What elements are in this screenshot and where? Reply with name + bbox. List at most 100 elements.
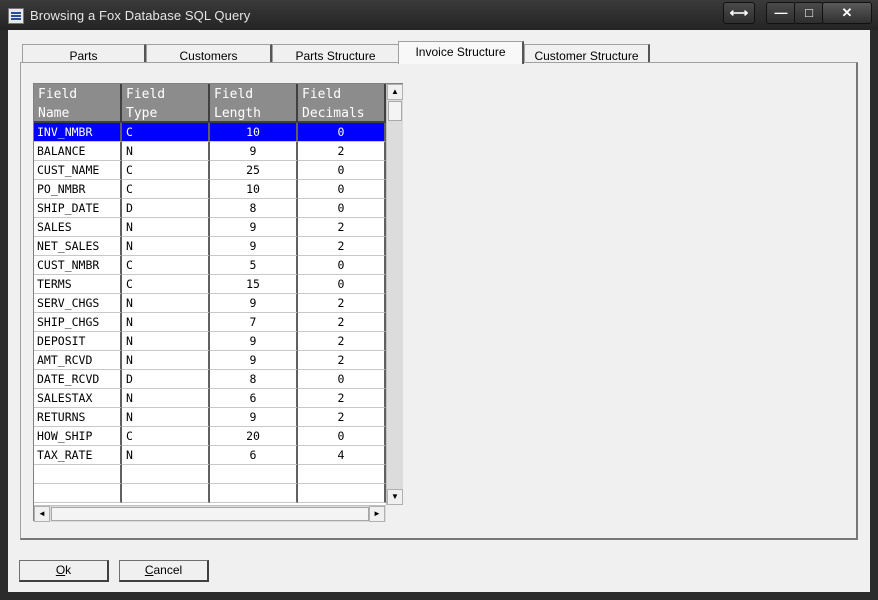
table-row[interactable]: HOW_SHIP C 20 0 — [34, 427, 386, 446]
cell-field-type[interactable]: D — [122, 199, 210, 218]
horizontal-scrollbar[interactable]: ◄ ► — [34, 505, 386, 522]
cell-field-type[interactable]: N — [122, 389, 210, 408]
cell-field-type[interactable]: C — [122, 123, 210, 142]
cell-field-decimals[interactable]: 0 — [298, 180, 386, 199]
cell-field-decimals[interactable]: 0 — [298, 256, 386, 275]
cell-field-decimals[interactable]: 2 — [298, 389, 386, 408]
cell-field-decimals[interactable]: 4 — [298, 446, 386, 465]
cell-field-name[interactable]: HOW_SHIP — [34, 427, 122, 446]
cell-field-type[interactable]: C — [122, 161, 210, 180]
cell-field-type[interactable]: N — [122, 408, 210, 427]
cell-field-length[interactable]: 9 — [210, 408, 298, 427]
scroll-down-icon[interactable]: ▼ — [387, 489, 403, 505]
cell-field-type[interactable]: N — [122, 351, 210, 370]
table-row[interactable]: AMT_RCVD N 9 2 — [34, 351, 386, 370]
cell-field-decimals[interactable]: 2 — [298, 294, 386, 313]
cell-field-length[interactable]: 7 — [210, 313, 298, 332]
maximize-button[interactable]: □ — [794, 2, 824, 24]
cell-field-decimals[interactable]: 0 — [298, 370, 386, 389]
cell-field-type[interactable]: C — [122, 427, 210, 446]
cell-field-length[interactable]: 10 — [210, 180, 298, 199]
cell-field-type[interactable]: N — [122, 218, 210, 237]
cell-field-length[interactable]: 15 — [210, 275, 298, 294]
close-button[interactable]: ✕ — [822, 2, 872, 24]
cell-field-length[interactable]: 8 — [210, 199, 298, 218]
cell-field-decimals[interactable]: 2 — [298, 237, 386, 256]
vertical-scrollbar[interactable]: ▲ ▼ — [386, 84, 403, 505]
cell-field-type[interactable]: C — [122, 180, 210, 199]
cell-field-length[interactable]: 9 — [210, 142, 298, 161]
cell-field-type[interactable]: N — [122, 446, 210, 465]
cell-field-name[interactable] — [34, 465, 122, 484]
cell-field-name[interactable]: TERMS — [34, 275, 122, 294]
ok-button[interactable]: Ok — [19, 560, 109, 582]
cell-field-type[interactable]: N — [122, 237, 210, 256]
cell-field-name[interactable]: RETURNS — [34, 408, 122, 427]
cell-field-length[interactable] — [210, 465, 298, 484]
tab-invoice-structure[interactable]: Invoice Structure — [398, 41, 524, 64]
cell-field-name[interactable]: TAX_RATE — [34, 446, 122, 465]
cell-field-type[interactable]: C — [122, 275, 210, 294]
table-row[interactable]: DEPOSIT N 9 2 — [34, 332, 386, 351]
cell-field-name[interactable]: SERV_CHGS — [34, 294, 122, 313]
column-header-field-decimals[interactable]: Field Decimals — [298, 84, 386, 123]
column-header-field-type[interactable]: Field Type — [122, 84, 210, 123]
table-row[interactable]: SHIP_DATE D 8 0 — [34, 199, 386, 218]
table-row[interactable]: TAX_RATE N 6 4 — [34, 446, 386, 465]
table-row[interactable]: SERV_CHGS N 9 2 — [34, 294, 386, 313]
cell-field-decimals[interactable]: 2 — [298, 332, 386, 351]
cell-field-decimals[interactable]: 0 — [298, 275, 386, 294]
cell-field-decimals[interactable]: 2 — [298, 351, 386, 370]
scroll-right-icon[interactable]: ► — [369, 506, 385, 522]
cell-field-name[interactable]: DATE_RCVD — [34, 370, 122, 389]
cell-field-name[interactable]: DEPOSIT — [34, 332, 122, 351]
table-row[interactable]: NET_SALES N 9 2 — [34, 237, 386, 256]
table-row[interactable]: SHIP_CHGS N 7 2 — [34, 313, 386, 332]
cell-field-name[interactable]: INV_NMBR — [34, 123, 122, 142]
table-row[interactable]: SALES N 9 2 — [34, 218, 386, 237]
table-row[interactable] — [34, 484, 386, 503]
cell-field-decimals[interactable]: 0 — [298, 161, 386, 180]
tab-parts-structure[interactable]: Parts Structure — [272, 44, 400, 63]
cell-field-decimals[interactable] — [298, 465, 386, 484]
cell-field-name[interactable]: AMT_RCVD — [34, 351, 122, 370]
cell-field-name[interactable]: CUST_NMBR — [34, 256, 122, 275]
cell-field-length[interactable]: 20 — [210, 427, 298, 446]
cell-field-length[interactable]: 5 — [210, 256, 298, 275]
table-row[interactable]: BALANCE N 9 2 — [34, 142, 386, 161]
table-row[interactable]: INV_NMBR C 10 0 — [34, 123, 386, 142]
table-row[interactable]: SALESTAX N 6 2 — [34, 389, 386, 408]
cell-field-name[interactable]: BALANCE — [34, 142, 122, 161]
app-icon[interactable] — [8, 8, 24, 24]
scroll-up-icon[interactable]: ▲ — [387, 84, 403, 100]
cell-field-length[interactable]: 6 — [210, 446, 298, 465]
table-row[interactable] — [34, 465, 386, 484]
structure-grid[interactable]: Field Name Field Type Field Length Field… — [33, 83, 403, 522]
cell-field-length[interactable]: 6 — [210, 389, 298, 408]
cell-field-length[interactable]: 9 — [210, 218, 298, 237]
table-row[interactable]: DATE_RCVD D 8 0 — [34, 370, 386, 389]
cell-field-name[interactable] — [34, 484, 122, 503]
cell-field-name[interactable]: PO_NMBR — [34, 180, 122, 199]
minimize-button[interactable]: — — [766, 2, 796, 24]
cell-field-name[interactable]: SALESTAX — [34, 389, 122, 408]
cell-field-type[interactable]: N — [122, 332, 210, 351]
cell-field-type[interactable]: N — [122, 142, 210, 161]
table-row[interactable]: TERMS C 15 0 — [34, 275, 386, 294]
cell-field-length[interactable]: 9 — [210, 294, 298, 313]
cell-field-length[interactable]: 25 — [210, 161, 298, 180]
table-row[interactable]: PO_NMBR C 10 0 — [34, 180, 386, 199]
vertical-scroll-thumb[interactable] — [388, 101, 402, 121]
cell-field-length[interactable]: 9 — [210, 237, 298, 256]
cell-field-decimals[interactable]: 0 — [298, 123, 386, 142]
cell-field-decimals[interactable]: 2 — [298, 313, 386, 332]
tab-parts[interactable]: Parts — [22, 44, 146, 63]
scroll-left-icon[interactable]: ◄ — [34, 506, 50, 522]
cell-field-name[interactable]: CUST_NAME — [34, 161, 122, 180]
cell-field-type[interactable] — [122, 465, 210, 484]
cell-field-type[interactable]: N — [122, 294, 210, 313]
table-row[interactable]: CUST_NAME C 25 0 — [34, 161, 386, 180]
resize-button[interactable]: ⟷ — [723, 2, 755, 24]
cell-field-name[interactable]: SHIP_DATE — [34, 199, 122, 218]
tab-customers[interactable]: Customers — [146, 44, 272, 63]
